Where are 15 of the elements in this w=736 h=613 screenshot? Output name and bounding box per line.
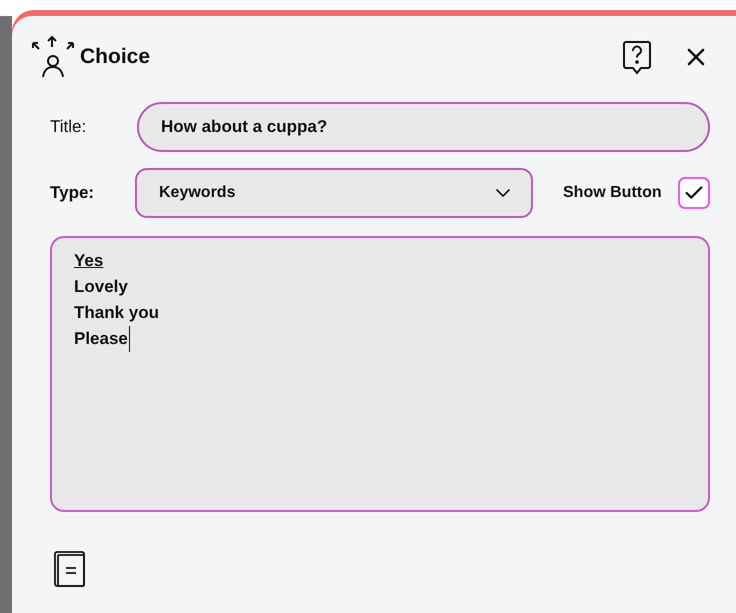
notes-icon[interactable] — [53, 550, 87, 588]
title-label: Title: — [50, 116, 88, 138]
type-dropdown[interactable]: Keywords — [135, 168, 533, 218]
person-arrows-icon — [30, 35, 76, 79]
dialog-title: Choice — [80, 44, 150, 70]
keyword-line: Lovely — [74, 276, 128, 298]
type-label: Type: — [50, 182, 96, 204]
keywords-field[interactable]: Yes Lovely Thank you Please — [50, 236, 710, 512]
keyword-line: Thank you — [74, 302, 160, 324]
keyword-line: Please — [74, 326, 130, 352]
title-field[interactable]: How about a cuppa? — [137, 102, 710, 152]
keyword-line: Yes — [74, 250, 104, 272]
show-button-label: Show Button — [563, 183, 662, 203]
show-button-checkbox[interactable] — [678, 177, 710, 209]
help-icon[interactable] — [622, 39, 652, 75]
